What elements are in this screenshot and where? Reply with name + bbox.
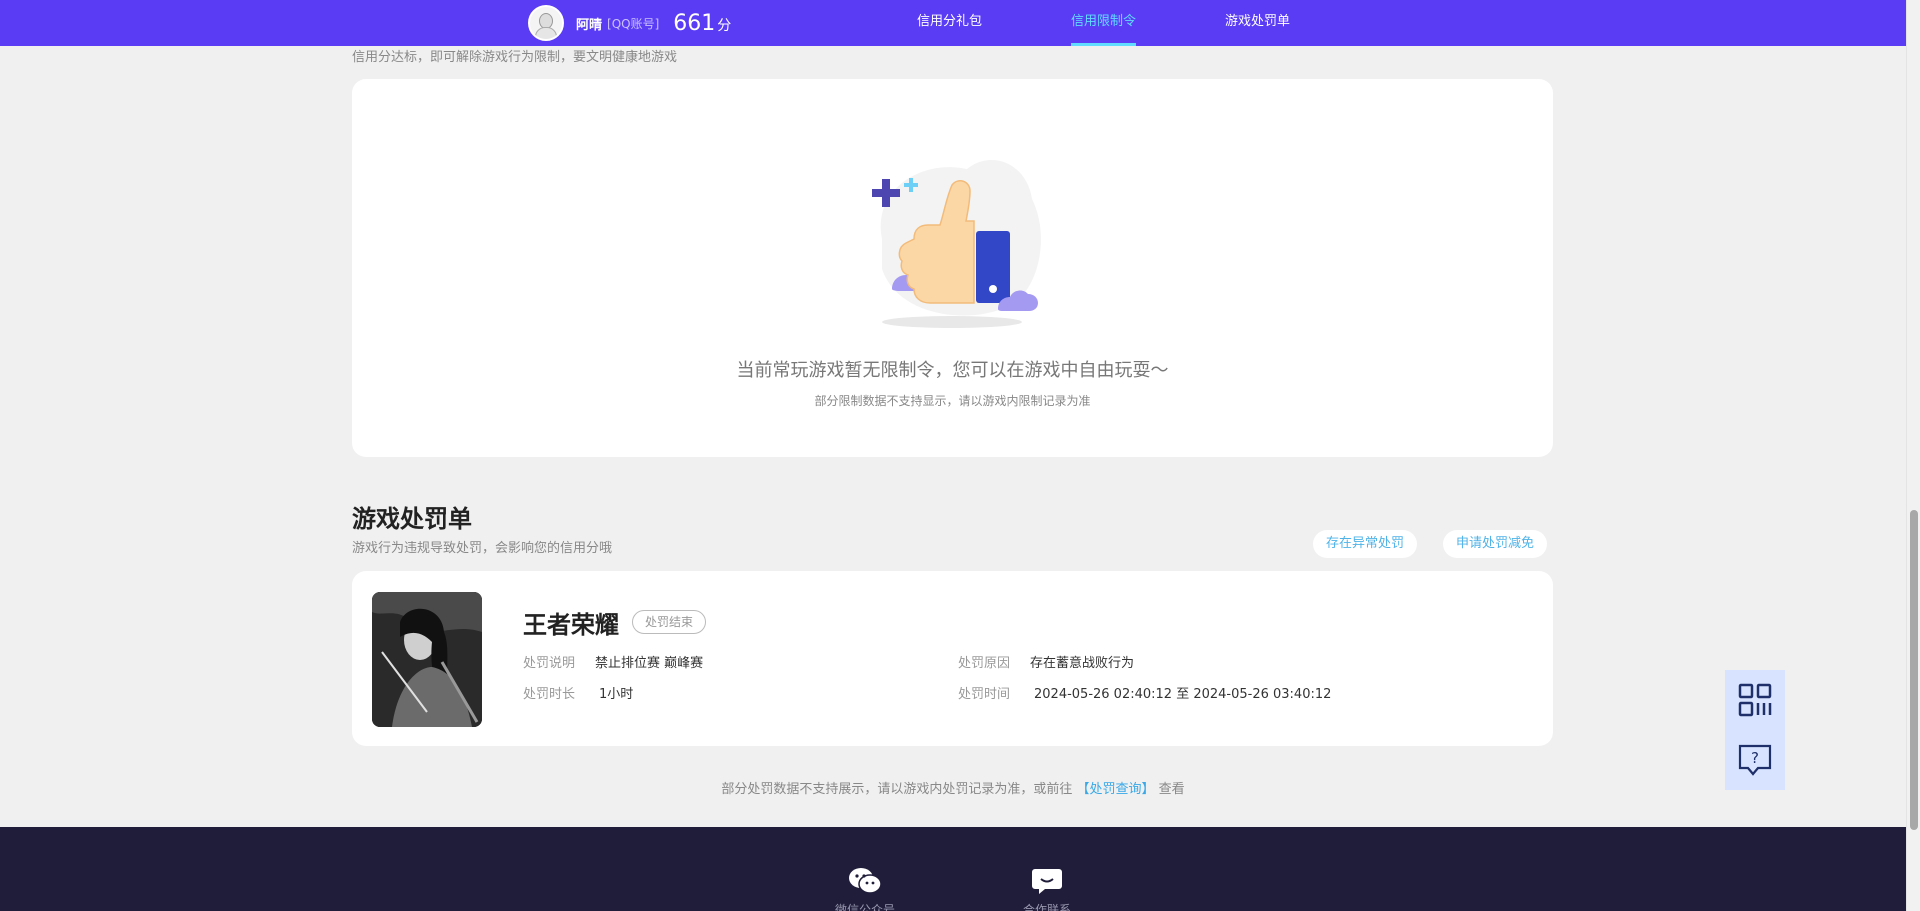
penalty-duration-value: 1小时 (599, 687, 634, 702)
footer-wechat-label: 微信公众号 (834, 903, 895, 911)
avatar[interactable] (528, 5, 564, 41)
nav-credit-restriction[interactable]: 信用限制令 (1071, 0, 1137, 46)
footer: 微信公众号 合作联系 (0, 827, 1906, 911)
penalty-time-value: 2024-05-26 02:40:12 至 2024-05-26 03:40:1… (1034, 687, 1332, 702)
scrollbar-thumb[interactable] (1910, 510, 1918, 830)
penalty-query-link[interactable]: 【处罚查询】 (1076, 782, 1154, 797)
game-cover-image (372, 592, 482, 727)
nav-game-penalty-label: 游戏处罚单 (1225, 14, 1291, 29)
credit-score: 661 (673, 10, 716, 36)
footer-contact[interactable]: 合作联系 (1007, 867, 1087, 911)
svg-text:?: ? (1751, 749, 1759, 767)
penalty-status-badge: 处罚结束 (632, 610, 707, 634)
penalty-bottom-tip: 部分处罚数据不支持展示，请以游戏内处罚记录为准，或前往 【处罚查询】 查看 (0, 778, 1906, 797)
qr-code-button[interactable] (1725, 670, 1785, 730)
top-nav-bar: 阿晴 [QQ账号] 661 分 信用分礼包 信用限制令 游戏处罚单 (0, 0, 1906, 46)
restriction-card: 当前常玩游戏暂无限制令，您可以在游戏中自由玩耍～ 部分限制数据不支持显示，请以游… (352, 79, 1553, 457)
thumbs-up-illustration (872, 160, 1041, 328)
penalty-desc-value: 禁止排位赛 巅峰赛 (595, 656, 704, 671)
penalty-reason-label: 处罚原因 (958, 656, 1011, 671)
chat-icon (1032, 869, 1062, 894)
credit-score-unit: 分 (717, 18, 732, 34)
wechat-icon (849, 868, 882, 894)
user-info: 阿晴 [QQ账号] 661 分 (528, 4, 731, 42)
account-type: [QQ账号] (607, 16, 660, 31)
empty-state-subtext: 部分限制数据不支持显示，请以游戏内限制记录为准 (814, 394, 1091, 408)
page-scrollbar[interactable] (1906, 0, 1920, 911)
penalty-section-title: 游戏处罚单 (352, 505, 472, 533)
penalty-reason-value: 存在蓄意战败行为 (1030, 656, 1135, 671)
penalty-duration-label: 处罚时长 (523, 687, 576, 702)
help-question-icon: ? (1738, 744, 1772, 776)
nav-credit-gift-label: 信用分礼包 (917, 14, 983, 29)
penalty-time-label: 处罚时间 (958, 687, 1011, 702)
restriction-tip: 信用分达标，即可解除游戏行为限制，要文明健康地游戏 (352, 50, 678, 65)
qr-code-icon (1738, 683, 1772, 717)
footer-wechat[interactable]: 微信公众号 (825, 867, 905, 911)
bottom-tip-prefix: 部分处罚数据不支持展示，请以游戏内处罚记录为准，或前往 (721, 782, 1073, 797)
user-name: 阿晴 (576, 17, 603, 33)
penalty-section-subtitle: 游戏行为违规导致处罚，会影响您的信用分哦 (352, 541, 613, 556)
penalty-desc-label: 处罚说明 (523, 656, 576, 671)
help-feedback-button[interactable]: ? (1725, 730, 1785, 790)
nav-game-penalty[interactable]: 游戏处罚单 (1225, 0, 1290, 46)
bottom-tip-suffix: 查看 (1158, 782, 1185, 797)
empty-state-message: 当前常玩游戏暂无限制令，您可以在游戏中自由玩耍～ (736, 360, 1169, 381)
nav-credit-gift[interactable]: 信用分礼包 (917, 0, 982, 46)
penalty-card: 王者荣耀 处罚结束 处罚说明 禁止排位赛 巅峰赛 处罚时长 1小时 处罚原因 存… (352, 571, 1553, 746)
game-name: 王者荣耀 (523, 611, 619, 639)
apply-reduction-button[interactable]: 申请处罚减免 (1443, 530, 1548, 558)
footer-contact-label: 合作联系 (1022, 903, 1071, 911)
nav-credit-restriction-label: 信用限制令 (1071, 14, 1137, 29)
active-tab-indicator (1071, 43, 1137, 46)
abnormal-penalty-button[interactable]: 存在异常处罚 (1313, 530, 1418, 558)
